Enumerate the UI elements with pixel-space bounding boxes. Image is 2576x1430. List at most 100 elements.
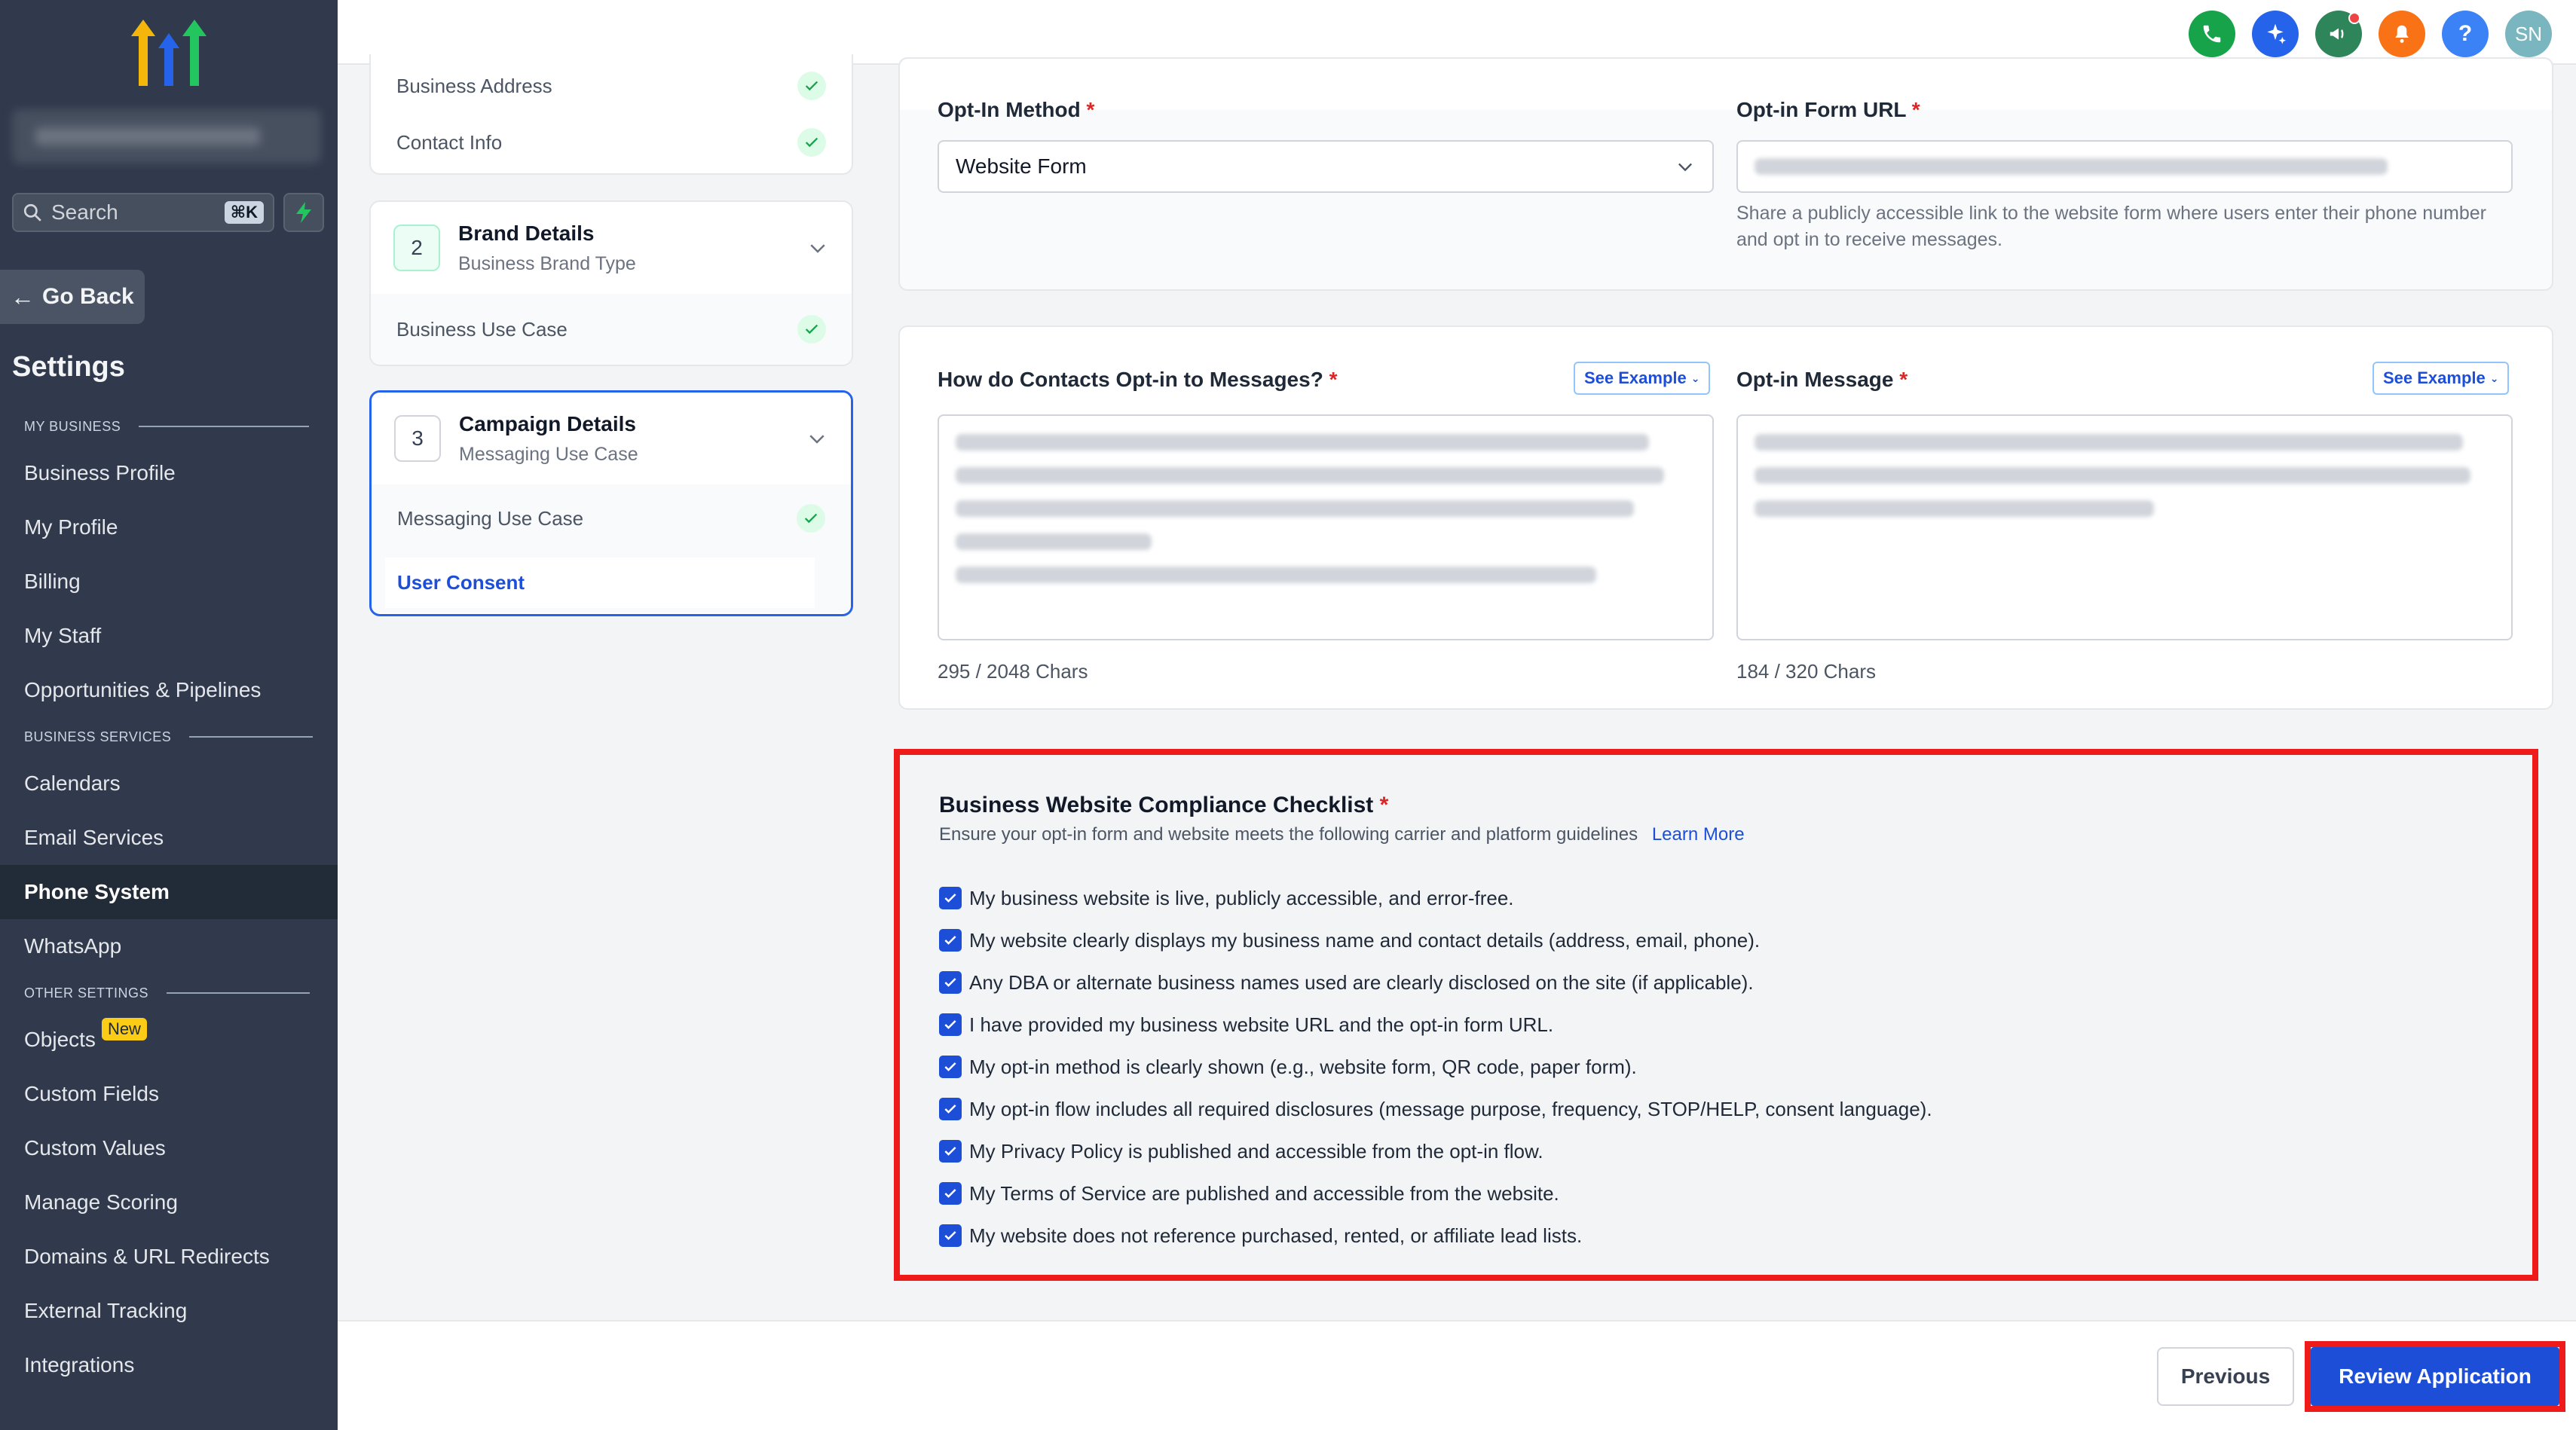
steps-column: Business Address Contact Info 2 Brand De… (338, 54, 876, 1320)
checklist-item[interactable]: I have provided my business website URL … (939, 1004, 1932, 1046)
checklist-item-label: My Terms of Service are published and ac… (969, 1181, 1559, 1205)
chevron-down-icon (1678, 163, 1692, 172)
phone-button[interactable] (2189, 11, 2235, 57)
step-row-label: User Consent (385, 557, 815, 608)
checkbox-checked-icon[interactable] (939, 929, 962, 952)
check-circle-icon (797, 504, 825, 533)
compliance-checklist-panel: Business Website Compliance Checklist * … (894, 749, 2538, 1281)
redacted-text-line (1755, 500, 2154, 517)
checkbox-checked-icon[interactable] (939, 1013, 962, 1036)
avatar[interactable]: SN (2505, 11, 2552, 57)
checklist-title-text: Business Website Compliance Checklist (939, 793, 1374, 817)
required-mark: * (1899, 368, 1908, 391)
nav-item-objects[interactable]: Objects New (0, 1013, 338, 1067)
learn-more-link[interactable]: Learn More (1652, 824, 1745, 845)
quick-actions-button[interactable] (283, 193, 324, 232)
how-contacts-opt-in-textarea[interactable] (938, 414, 1714, 640)
step-row-contact-info[interactable]: Contact Info (371, 113, 852, 172)
checklist-item[interactable]: My Terms of Service are published and ac… (939, 1172, 1932, 1215)
nav-section-my-business: MY BUSINESS (0, 407, 338, 446)
checkbox-checked-icon[interactable] (939, 1224, 962, 1247)
step-header-campaign-details[interactable]: 3 Campaign Details Messaging Use Case (372, 393, 851, 484)
nav-item-domains[interactable]: Domains & URL Redirects (0, 1230, 338, 1284)
notifications-button[interactable] (2379, 11, 2425, 57)
nav-item-custom-fields[interactable]: Custom Fields (0, 1067, 338, 1121)
redacted-text-line (956, 434, 1649, 451)
checklist-description: Ensure your opt-in form and website meet… (939, 824, 1745, 845)
step-row-business-use-case[interactable]: Business Use Case (371, 294, 852, 365)
nav-item-phone-system[interactable]: Phone System (0, 865, 338, 919)
opt-in-method-label: Opt-In Method * (938, 98, 1094, 122)
nav-item-manage-scoring[interactable]: Manage Scoring (0, 1175, 338, 1230)
megaphone-icon (2330, 28, 2344, 40)
nav-item-my-profile[interactable]: My Profile (0, 500, 338, 555)
arrow-left-icon: ← (11, 283, 35, 310)
nav-item-billing[interactable]: Billing (0, 555, 338, 609)
nav-item-opportunities[interactable]: Opportunities & Pipelines (0, 663, 338, 717)
nav-item-integrations[interactable]: Integrations (0, 1338, 338, 1392)
nav-item-my-staff[interactable]: My Staff (0, 609, 338, 663)
step-subtitle: Messaging Use Case (459, 443, 638, 465)
nav-item-email-services[interactable]: Email Services (0, 811, 338, 865)
footer-bar: Previous Review Application (338, 1320, 2576, 1430)
step-number: 3 (394, 415, 441, 462)
chevron-down-icon: ⌄ (1690, 371, 1700, 384)
redacted-text-line (956, 500, 1634, 517)
checkbox-checked-icon[interactable] (939, 1056, 962, 1078)
label-text: Opt-in Form URL (1736, 98, 1907, 121)
see-example-label: See Example (2383, 368, 2486, 387)
see-example-button-1[interactable]: See Example ⌄ (1574, 362, 1711, 395)
announcements-button[interactable] (2315, 11, 2362, 57)
checklist-item[interactable]: Any DBA or alternate business names used… (939, 961, 1932, 1004)
checklist-item[interactable]: My website clearly displays my business … (939, 919, 1932, 961)
checklist-item-label: My opt-in method is clearly shown (e.g.,… (969, 1055, 1637, 1078)
step-card-brand-details: 2 Brand Details Business Brand Type Busi… (369, 200, 853, 366)
previous-button[interactable]: Previous (2157, 1347, 2294, 1406)
nav-item-business-profile[interactable]: Business Profile (0, 446, 338, 500)
checkbox-checked-icon[interactable] (939, 887, 962, 909)
nav-item-whatsapp[interactable]: WhatsApp (0, 919, 338, 973)
step-card-campaign-details: 3 Campaign Details Messaging Use Case Me… (369, 390, 853, 616)
checklist-item-label: My business website is live, publicly ac… (969, 886, 1514, 909)
search-shortcut: ⌘K (224, 201, 264, 224)
step-row-user-consent[interactable]: User Consent (372, 552, 851, 613)
search-input[interactable]: Search ⌘K (12, 193, 274, 232)
nav-item-custom-values[interactable]: Custom Values (0, 1121, 338, 1175)
label-text: How do Contacts Opt-in to Messages? (938, 368, 1323, 391)
step-row-messaging-use-case[interactable]: Messaging Use Case (372, 484, 851, 552)
opt-in-method-select[interactable]: Website Form (938, 140, 1714, 193)
checkbox-checked-icon[interactable] (939, 1140, 962, 1163)
checklist-item[interactable]: My opt-in flow includes all required dis… (939, 1088, 1932, 1130)
go-back-button[interactable]: ← Go Back (0, 270, 145, 324)
checkbox-checked-icon[interactable] (939, 971, 962, 994)
redacted-text-line (956, 533, 1152, 550)
bell-icon (2395, 25, 2409, 43)
help-button[interactable]: ? (2442, 11, 2489, 57)
opt-in-message-textarea[interactable] (1736, 414, 2513, 640)
checklist-item[interactable]: My business website is live, publicly ac… (939, 877, 1932, 919)
see-example-button-2[interactable]: See Example ⌄ (2373, 362, 2510, 395)
check-circle-icon (797, 72, 826, 100)
opt-in-form-url-input[interactable] (1736, 140, 2513, 193)
app-logo-icon[interactable] (130, 20, 208, 86)
nav-item-calendars[interactable]: Calendars (0, 756, 338, 811)
checkbox-checked-icon[interactable] (939, 1098, 962, 1120)
go-back-label: Go Back (42, 284, 134, 309)
opt-in-form-url-label: Opt-in Form URL * (1736, 98, 1920, 122)
step-header-brand-details[interactable]: 2 Brand Details Business Brand Type (371, 202, 852, 294)
ai-assistant-button[interactable] (2252, 11, 2299, 57)
redacted-text-line (956, 567, 1596, 583)
checklist-item[interactable]: My Privacy Policy is published and acces… (939, 1130, 1932, 1172)
notification-dot (2348, 12, 2360, 24)
nav-section-business-services: BUSINESS SERVICES (0, 717, 338, 756)
search-label: Search (51, 200, 118, 224)
chevron-down-icon (809, 435, 825, 444)
checklist-item[interactable]: My website does not reference purchased,… (939, 1215, 1932, 1257)
nav-item-external-tracking[interactable]: External Tracking (0, 1284, 338, 1338)
review-application-button[interactable]: Review Application (2311, 1347, 2559, 1406)
step-row-business-address[interactable]: Business Address (371, 54, 852, 113)
account-switcher[interactable] (12, 109, 321, 163)
checklist-item[interactable]: My opt-in method is clearly shown (e.g.,… (939, 1046, 1932, 1088)
checkbox-checked-icon[interactable] (939, 1182, 962, 1205)
help-icon: ? (2458, 21, 2473, 46)
